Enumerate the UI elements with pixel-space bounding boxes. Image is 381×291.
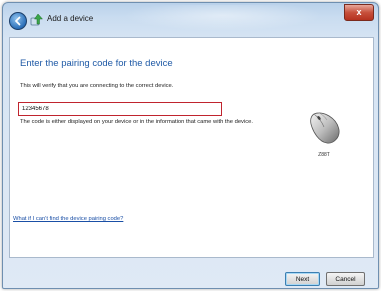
next-button[interactable]: Next — [285, 272, 320, 286]
title-bar-glass — [123, 5, 323, 31]
pairing-code-help-text: The code is either displayed on your dev… — [20, 119, 253, 125]
find-pairing-code-link[interactable]: What if I can't find the device pairing … — [13, 216, 123, 222]
dialog-content: Enter the pairing code for the device Th… — [9, 37, 374, 258]
cancel-button[interactable]: Cancel — [326, 272, 365, 286]
page-heading: Enter the pairing code for the device — [20, 58, 173, 69]
device-name-label: Z88T — [318, 152, 330, 158]
close-button[interactable]: x — [344, 4, 374, 21]
close-icon: x — [356, 7, 362, 17]
page-description: This will verify that you are connecting… — [20, 83, 174, 89]
back-arrow-icon — [15, 16, 21, 26]
add-device-window: Add a device x Enter the pairing code fo… — [2, 2, 379, 289]
mouse-device-icon — [310, 112, 340, 144]
title-bar: Add a device x — [3, 3, 378, 37]
window-title: Add a device — [47, 14, 94, 23]
add-device-icon — [30, 13, 44, 26]
back-button[interactable] — [9, 12, 27, 30]
pairing-code-input[interactable] — [18, 102, 222, 116]
